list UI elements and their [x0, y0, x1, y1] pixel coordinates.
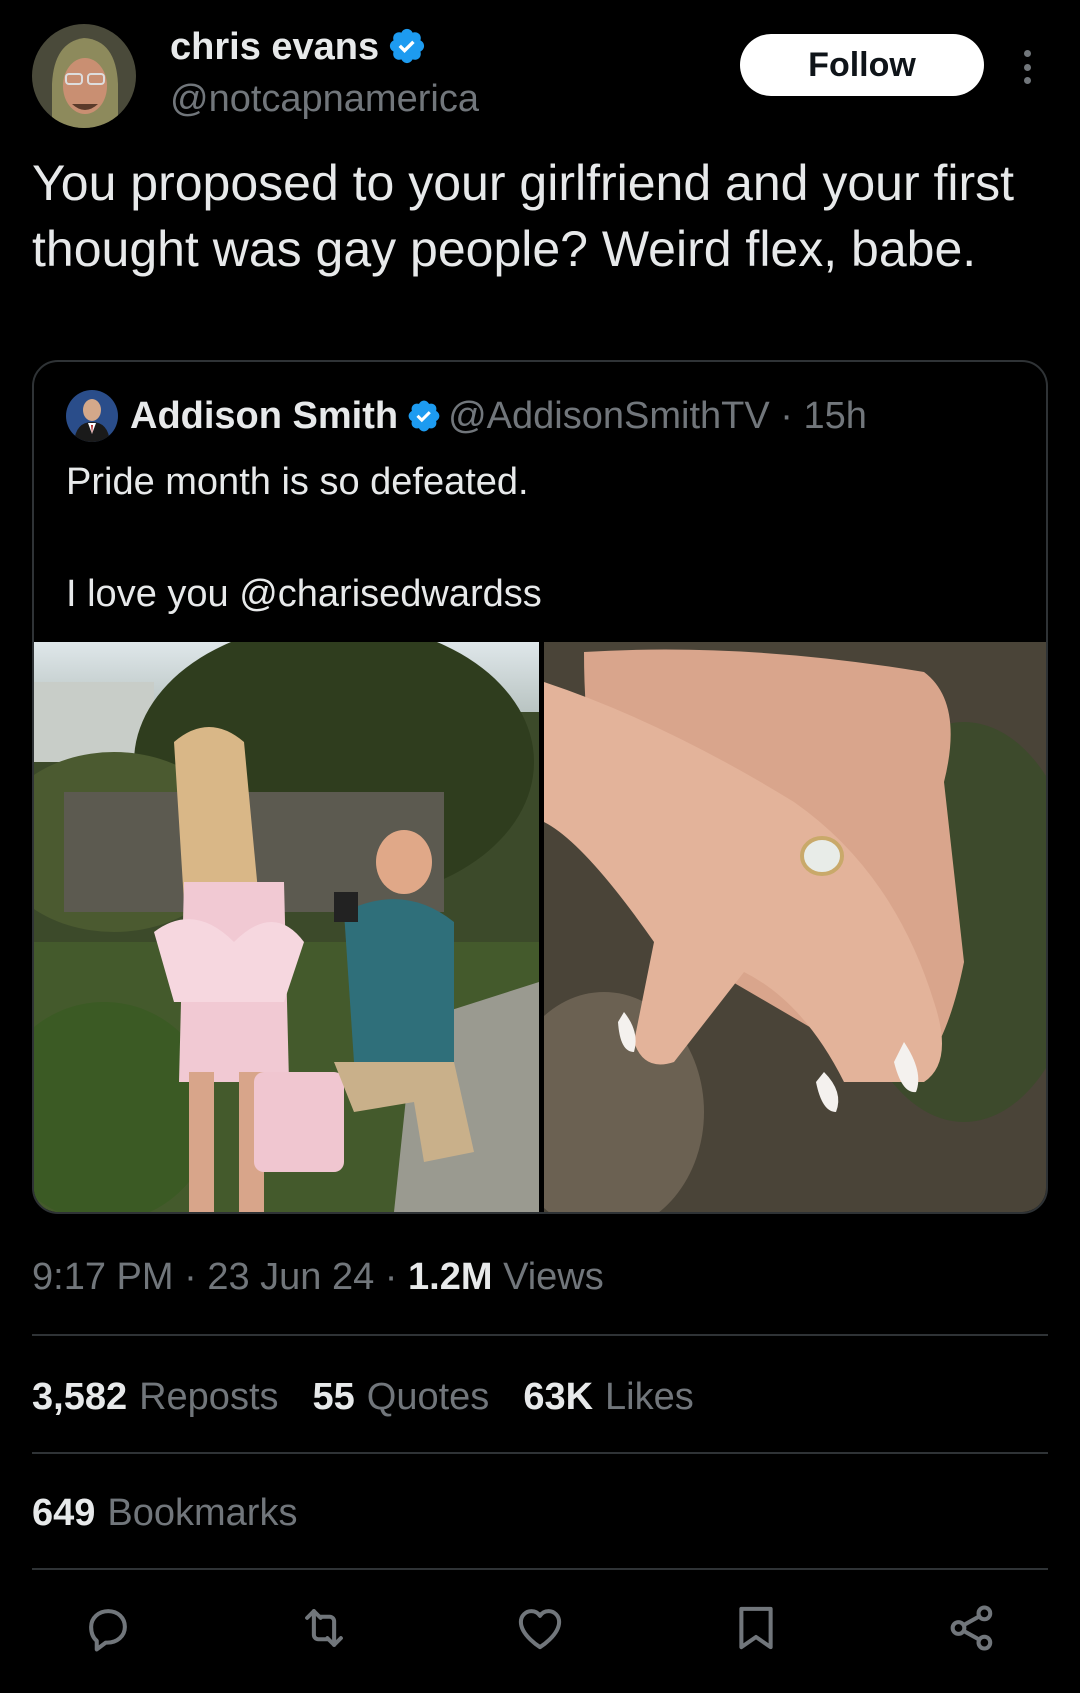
quoted-author-handle[interactable]: @AddisonSmithTV — [448, 395, 770, 437]
tweet-timestamp-views: 9:17 PM · 23 Jun 24 · 1.2M Views — [32, 1256, 604, 1298]
separator: · — [780, 395, 793, 437]
quotes-stat[interactable]: 55 Quotes — [313, 1372, 490, 1422]
quoted-tweet-media[interactable] — [34, 642, 1046, 1212]
engagement-stats: 3,582 Reposts 55 Quotes 63K Likes — [32, 1372, 694, 1422]
reposts-stat[interactable]: 3,582 Reposts — [32, 1372, 279, 1422]
quoted-tweet-text: Pride month is so defeated. I love you @… — [66, 461, 542, 615]
tweet-text: You proposed to your girlfriend and your… — [32, 155, 1015, 277]
like-icon[interactable] — [508, 1596, 572, 1660]
verified-badge-icon — [390, 28, 425, 64]
share-icon[interactable] — [940, 1596, 1004, 1660]
more-options-icon[interactable] — [1010, 42, 1044, 92]
verified-badge-icon — [408, 400, 440, 432]
author-handle[interactable]: @notcapnamerica — [170, 74, 479, 124]
author-name-text[interactable]: chris evans — [170, 26, 379, 68]
divider — [32, 1568, 1048, 1570]
quoted-author-avatar[interactable] — [66, 390, 118, 442]
likes-stat[interactable]: 63K Likes — [523, 1372, 693, 1422]
follow-button[interactable]: Follow — [740, 34, 984, 96]
divider — [32, 1334, 1048, 1336]
quoted-author-name[interactable]: Addison Smith — [130, 395, 398, 437]
author-display-name[interactable]: chris evans — [170, 22, 427, 72]
repost-icon[interactable] — [292, 1596, 356, 1660]
divider — [32, 1452, 1048, 1454]
bookmark-icon[interactable] — [724, 1596, 788, 1660]
bookmarks-stat[interactable]: 649 Bookmarks — [32, 1488, 297, 1538]
quoted-tweet-card[interactable]: Addison Smith @AddisonSmithTV · 15h Prid… — [32, 360, 1048, 1214]
author-avatar[interactable] — [32, 24, 136, 128]
tweet-time[interactable]: 9:17 PM — [32, 1256, 174, 1298]
quoted-tweet-age[interactable]: 15h — [803, 395, 866, 437]
proposal-photo[interactable] — [34, 642, 539, 1212]
ring-photo[interactable] — [544, 642, 1046, 1212]
reply-icon[interactable] — [76, 1596, 140, 1660]
views-count: 1.2M — [408, 1256, 493, 1298]
tweet-date[interactable]: 23 Jun 24 — [207, 1256, 374, 1298]
quoted-tweet-header: Addison Smith @AddisonSmithTV · 15h — [130, 390, 867, 442]
views-label: Views — [503, 1256, 604, 1298]
